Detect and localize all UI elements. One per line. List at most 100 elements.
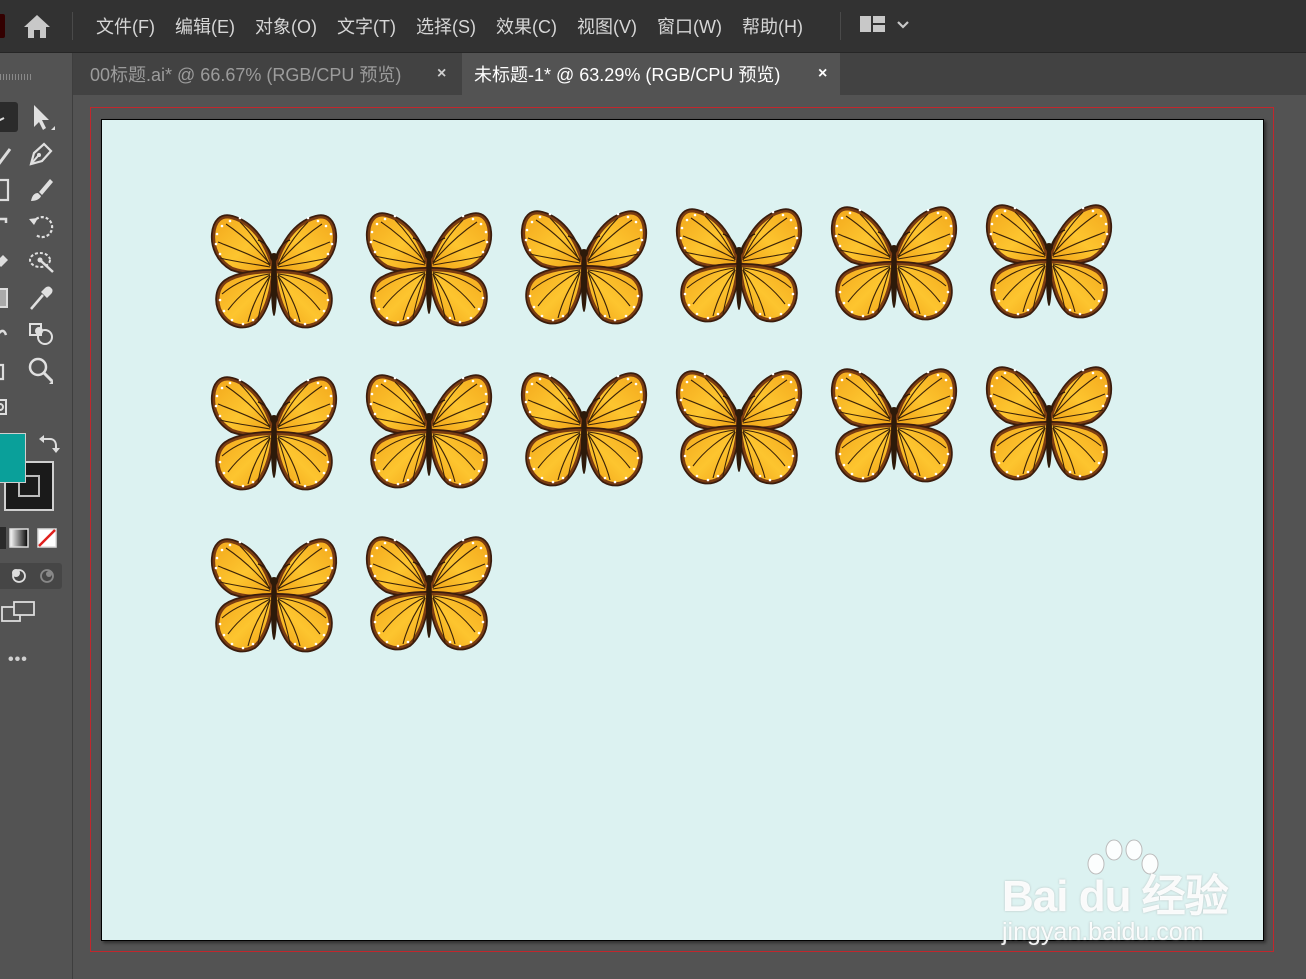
menu-select[interactable]: 选择(S) — [406, 13, 486, 39]
butterfly-artwork[interactable] — [675, 366, 803, 486]
document-tab-bar: 00标题.ai* @ 66.67% (RGB/CPU 预览) × 未标题-1* … — [73, 53, 1306, 95]
pen-icon — [29, 142, 53, 166]
butterfly-artwork[interactable] — [830, 364, 958, 484]
wand-icon — [0, 148, 12, 165]
tab-00-title-ai[interactable]: 00标题.ai* @ 66.67% (RGB/CPU 预览) × — [73, 53, 460, 95]
tab-untitled-1[interactable]: 未标题-1* @ 63.29% (RGB/CPU 预览) × — [462, 53, 840, 95]
main-menu: 文件(F) 编辑(E) 对象(O) 文字(T) 选择(S) 效果(C) 视图(V… — [86, 0, 813, 52]
magnifier-icon — [28, 357, 54, 384]
panel-grip[interactable] — [0, 74, 32, 80]
butterfly-icon — [520, 372, 648, 487]
menu-separator — [840, 12, 841, 40]
type-tool[interactable] — [0, 175, 24, 205]
app-logo — [0, 14, 5, 38]
color-mode-button[interactable] — [0, 527, 6, 549]
butterfly-icon — [985, 204, 1113, 319]
warp-icon — [29, 252, 54, 273]
draw-mode-group — [0, 563, 62, 589]
artboard-icon — [0, 363, 5, 381]
artboard[interactable] — [101, 119, 1264, 941]
eyedropper-tool[interactable] — [26, 283, 56, 313]
workspace-switcher[interactable] — [858, 13, 914, 37]
home-button[interactable] — [22, 12, 52, 40]
butterfly-artwork[interactable] — [985, 362, 1113, 482]
butterfly-icon — [365, 536, 493, 651]
menu-edit[interactable]: 编辑(E) — [165, 13, 245, 39]
home-icon — [24, 15, 50, 38]
butterfly-icon — [365, 212, 493, 327]
artboard-tool[interactable] — [0, 355, 24, 385]
butterfly-icon — [210, 376, 338, 491]
tools-panel: ••• — [0, 53, 73, 979]
tab-label: 00标题.ai* @ 66.67% (RGB/CPU 预览) — [90, 65, 402, 85]
pen-tool[interactable] — [26, 139, 56, 169]
blend-tool[interactable] — [0, 319, 24, 349]
line-tool[interactable] — [0, 211, 24, 241]
butterfly-icon — [675, 208, 803, 323]
more-tools-button[interactable]: ••• — [8, 651, 28, 669]
menu-object[interactable]: 对象(O) — [245, 13, 327, 39]
butterfly-icon — [675, 370, 803, 485]
magic-wand-tool[interactable] — [0, 139, 24, 169]
gradient-swatch-icon — [9, 528, 29, 548]
swap-fill-stroke-button[interactable] — [36, 431, 60, 455]
butterfly-artwork[interactable] — [210, 210, 338, 330]
puppet-warp-tool[interactable] — [26, 247, 56, 277]
butterfly-icon — [830, 368, 958, 483]
butterfly-icon — [520, 210, 648, 325]
menu-help[interactable]: 帮助(H) — [732, 13, 813, 39]
fill-color-swatch[interactable] — [0, 433, 26, 483]
close-icon[interactable]: × — [818, 65, 827, 83]
butterfly-artwork[interactable] — [365, 208, 493, 328]
butterfly-artwork[interactable] — [210, 534, 338, 654]
selection-tool[interactable] — [0, 102, 18, 132]
tab-label: 未标题-1* @ 63.29% (RGB/CPU 预览) — [474, 65, 781, 85]
layout-icon — [860, 16, 909, 32]
shape-builder-tool[interactable] — [26, 319, 56, 349]
menu-bar: 文件(F) 编辑(E) 对象(O) 文字(T) 选择(S) 效果(C) 视图(V… — [0, 0, 1306, 53]
arrow-icon — [0, 117, 5, 122]
watermark-brand: Bai du 经验 — [1002, 872, 1229, 921]
butterfly-icon — [985, 366, 1113, 481]
menu-view[interactable]: 视图(V) — [567, 13, 647, 39]
baidu-jingyan-watermark: Bai du 经验 jingyan.baidu.com — [1000, 838, 1240, 950]
rotate-tool[interactable] — [26, 211, 56, 241]
none-mode-button[interactable] — [36, 527, 58, 549]
eraser-tool[interactable] — [0, 247, 24, 277]
screen-mode-button[interactable] — [0, 599, 36, 625]
draw-mode-icons — [12, 569, 54, 583]
menu-file[interactable]: 文件(F) — [86, 13, 165, 39]
menu-type[interactable]: 文字(T) — [327, 13, 406, 39]
butterfly-artwork[interactable] — [520, 206, 648, 326]
butterfly-artwork[interactable] — [675, 204, 803, 324]
direct-selection-tool[interactable] — [28, 102, 58, 132]
corner-icon — [0, 217, 8, 223]
butterfly-artwork[interactable] — [365, 370, 493, 490]
type-icon — [0, 178, 10, 202]
gradient-icon — [0, 288, 8, 308]
direct-arrow-icon — [34, 105, 55, 130]
rotate-icon — [29, 216, 54, 239]
butterfly-icon — [210, 538, 338, 653]
butterfly-artwork[interactable] — [830, 202, 958, 322]
gradient-mode-button[interactable] — [8, 527, 30, 549]
butterfly-artwork[interactable] — [985, 200, 1113, 320]
butterfly-artwork[interactable] — [365, 532, 493, 652]
butterfly-icon — [365, 374, 493, 489]
blend-icon — [0, 329, 8, 336]
menu-window[interactable]: 窗口(W) — [647, 13, 732, 39]
menu-effect[interactable]: 效果(C) — [486, 13, 567, 39]
watermark-url: jingyan.baidu.com — [1002, 918, 1204, 946]
camera-icon — [0, 399, 7, 415]
butterfly-artwork[interactable] — [210, 372, 338, 492]
none-swatch-icon — [37, 528, 57, 548]
paintbrush-tool[interactable] — [26, 175, 56, 205]
menu-separator — [72, 12, 73, 40]
zoom-tool[interactable] — [26, 355, 56, 385]
butterfly-artwork[interactable] — [520, 368, 648, 488]
close-icon[interactable]: × — [437, 65, 446, 83]
gradient-tool[interactable] — [0, 283, 24, 313]
screen-mode-icon — [1, 601, 35, 622]
swap-icon — [39, 435, 60, 453]
camera-tool[interactable] — [0, 391, 24, 421]
